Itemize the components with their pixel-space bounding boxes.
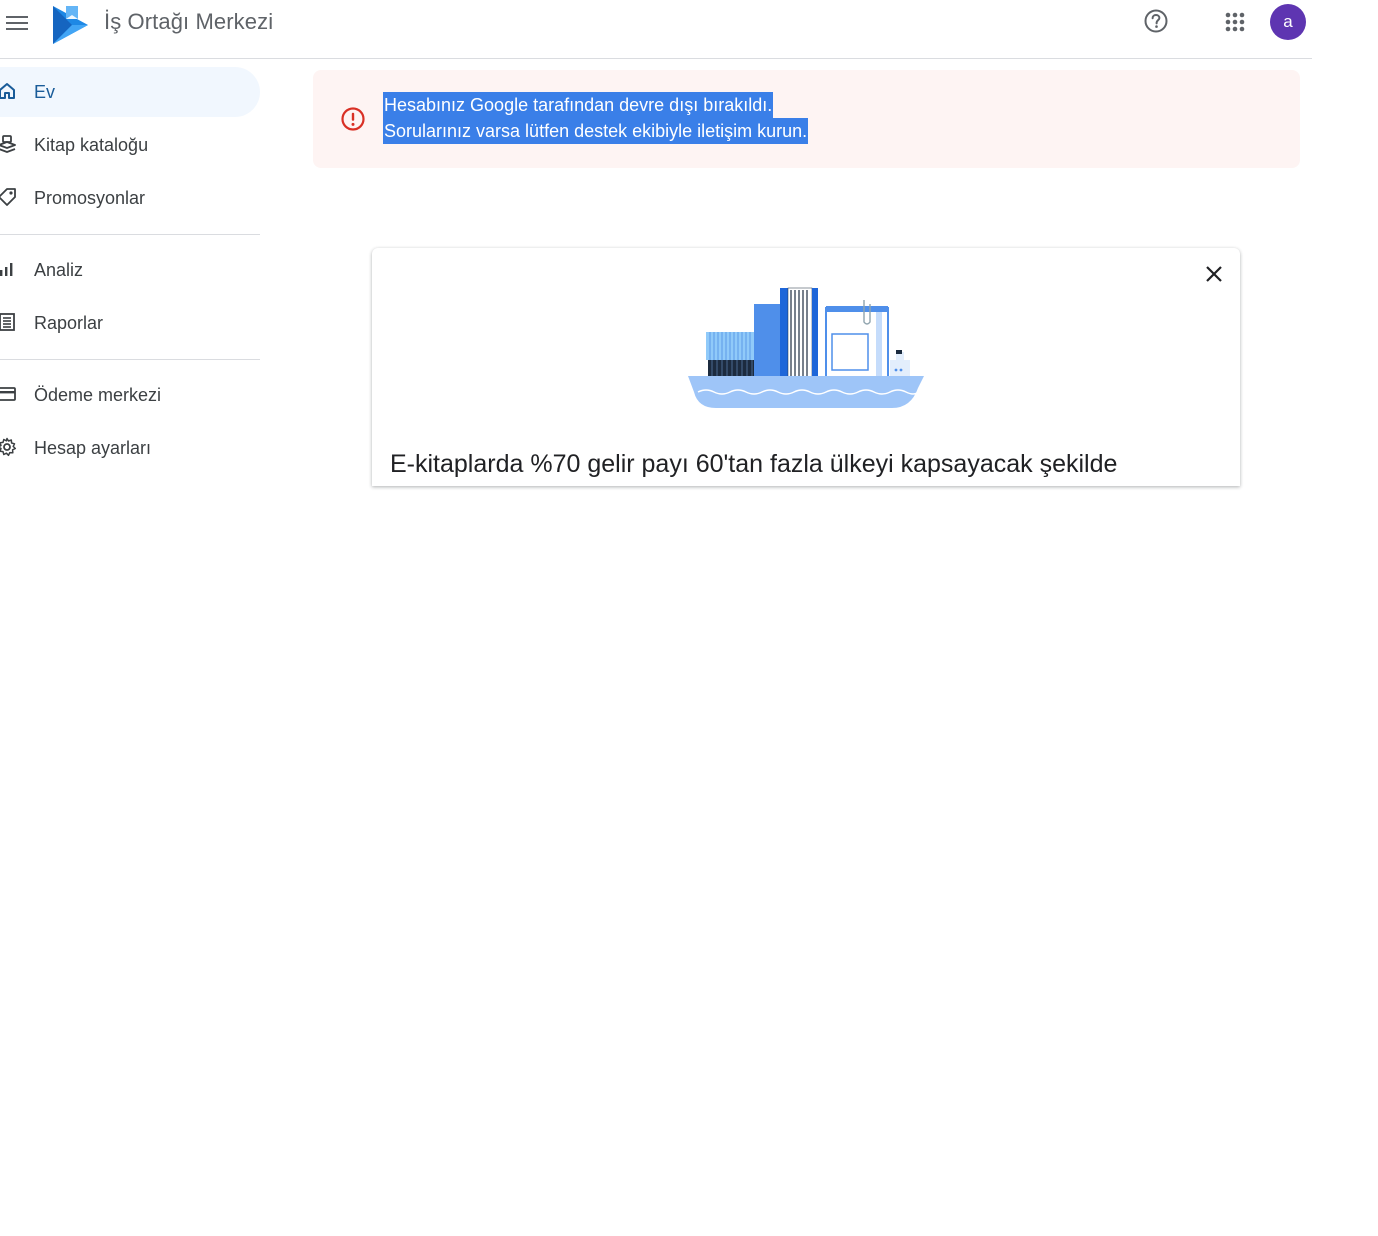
home-icon (0, 80, 18, 102)
alert-line-2: Sorularınız varsa lütfen destek ekibiyle… (383, 118, 809, 144)
sidebar-item-analytics[interactable]: Analiz (0, 245, 260, 295)
sidebar-item-book-catalog[interactable]: Kitap kataloğu (0, 120, 260, 170)
card-title: E-kitaplarda %70 gelir payı 60'tan fazla… (390, 450, 1118, 478)
sidebar-item-label: Kitap kataloğu (34, 134, 149, 155)
app-root: İş Ortağı Merkezi a Ev Kitap kataloğu Pr… (0, 0, 1378, 1236)
sidebar-item-reports[interactable]: Raporlar (0, 298, 260, 348)
sidebar-item-label: Ödeme merkezi (34, 384, 162, 405)
sidebar-item-promotions[interactable]: Promosyonlar (0, 173, 260, 223)
promo-card: E-kitaplarda %70 gelir payı 60'tan fazla… (372, 248, 1240, 486)
alert-message: Hesabınız Google tarafından devre dışı b… (383, 92, 809, 144)
report-icon (0, 311, 18, 333)
credit-card-icon (0, 383, 18, 405)
sidebar-item-label: Hesap ayarları (34, 437, 152, 458)
sidebar-item-account-settings[interactable]: Hesap ayarları (0, 423, 260, 473)
sidebar-item-payment-center[interactable]: Ödeme merkezi (0, 370, 260, 420)
app-title: İş Ortağı Merkezi (104, 9, 274, 34)
account-disabled-alert: Hesabınız Google tarafından devre dışı b… (313, 70, 1300, 168)
sidebar-item-home[interactable]: Ev (0, 67, 260, 117)
tag-icon (0, 186, 18, 208)
sidebar-item-label: Promosyonlar (34, 187, 146, 208)
close-icon[interactable] (1202, 262, 1226, 286)
sidebar-item-label: Analiz (34, 259, 84, 280)
error-icon (340, 106, 366, 132)
sidebar-divider (0, 234, 260, 235)
top-app-bar: İş Ortağı Merkezi a (0, 0, 1312, 59)
menu-icon[interactable] (4, 10, 30, 36)
alert-line-1: Hesabınız Google tarafından devre dışı b… (383, 92, 774, 118)
sidebar-divider (0, 359, 260, 360)
play-books-logo-icon (50, 4, 92, 46)
cargo-ship-books-illustration (686, 284, 926, 418)
book-catalog-icon (0, 133, 18, 155)
account-avatar[interactable]: a (1270, 4, 1306, 40)
gear-icon (0, 436, 18, 458)
sidebar-item-label: Ev (34, 81, 56, 102)
apps-grid-icon[interactable] (1222, 9, 1248, 35)
help-icon[interactable] (1142, 7, 1170, 35)
bar-chart-icon (0, 258, 18, 280)
sidebar-item-label: Raporlar (34, 312, 104, 333)
